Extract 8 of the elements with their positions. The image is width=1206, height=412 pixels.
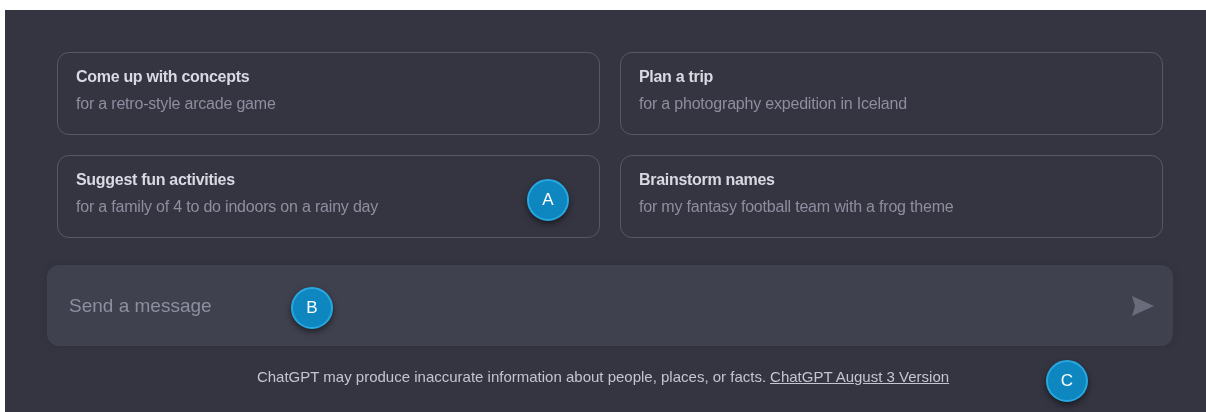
callout-marker: A	[527, 179, 569, 221]
disclaimer-text: ChatGPT may produce inaccurate information about people, places, or facts.	[256, 367, 767, 387]
suggestion-card[interactable]: Plan a trip for a photography expedition in Iceland	[620, 52, 1163, 135]
suggestion-card[interactable]: Brainstorm names for my fantasy football team with a frog theme	[620, 155, 1163, 238]
send-icon[interactable]	[1131, 295, 1155, 317]
callout-marker: C	[1046, 360, 1088, 402]
suggestion-card[interactable]: Come up with concepts for a retro-style arcade game	[57, 52, 600, 135]
version-link[interactable]: ChatGPT August 3 Version	[770, 366, 950, 389]
